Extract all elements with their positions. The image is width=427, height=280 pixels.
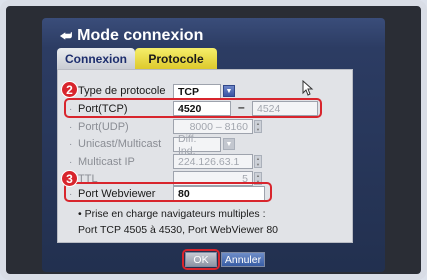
dialog-title-text: Mode connexion — [77, 27, 204, 44]
unicast-multicast-select: Diff. Ind. — [173, 133, 221, 157]
tab-protocole-label: Protocole — [148, 51, 204, 66]
bullet-icon: · — [69, 138, 73, 150]
port-udp-value: 8000 – 8160 — [189, 120, 248, 133]
bullet-icon: · — [69, 121, 73, 133]
ok-button-label: OK — [193, 253, 209, 266]
tab-connexion-label: Connexion — [65, 51, 127, 66]
multicast-ip-row: · Multicast IP — [69, 154, 174, 170]
unicast-multicast-label: Unicast/Multicast — [78, 138, 162, 150]
port-webviewer-highlight — [64, 182, 272, 202]
callout-3: 3 — [61, 170, 78, 187]
protocol-type-label: Type de protocole — [78, 85, 166, 97]
multicast-ip-spinner: ▲ ▼ — [254, 155, 262, 168]
multicast-ip-label: Multicast IP — [78, 156, 135, 168]
unicast-dropdown-arrow-icon: ▼ — [223, 138, 235, 150]
unicast-multicast-row: · Unicast/Multicast — [69, 136, 174, 152]
protocol-type-select[interactable]: TCP — [173, 84, 221, 99]
cancel-button-label: Annuler — [224, 253, 262, 266]
tab-connexion[interactable]: Connexion — [57, 48, 135, 69]
unicast-multicast-value: Diff. Ind. — [178, 132, 197, 157]
port-udp-spinner: ▲ ▼ — [254, 120, 262, 133]
dialog-title: ⮨ Mode connexion — [60, 24, 203, 48]
cancel-button[interactable]: Annuler — [221, 252, 265, 267]
protocol-type-value: TCP — [178, 85, 199, 98]
port-tcp-highlight — [64, 98, 322, 118]
bullet-icon: · — [69, 156, 73, 168]
mouse-cursor-icon — [302, 80, 314, 96]
port-udp-label: Port(UDP) — [78, 121, 129, 133]
protocol-type-row: · Type de protocole — [69, 83, 174, 99]
tab-protocole[interactable]: Protocole — [135, 48, 217, 69]
callout-2: 2 — [61, 81, 78, 98]
ok-button[interactable]: OK — [185, 252, 217, 267]
login-icon: ⮨ — [60, 28, 73, 43]
port-udp-row: · Port(UDP) — [69, 119, 174, 135]
protocol-type-dropdown-arrow-icon[interactable]: ▼ — [223, 85, 235, 97]
multicast-ip-input: 224.126.63.1 — [173, 154, 253, 169]
note-line-1: • Prise en charge navigateurs multiples … — [78, 208, 266, 220]
note-line-2: Port TCP 4505 à 4530, Port WebViewer 80 — [78, 224, 279, 236]
multicast-ip-value: 224.126.63.1 — [178, 155, 240, 168]
